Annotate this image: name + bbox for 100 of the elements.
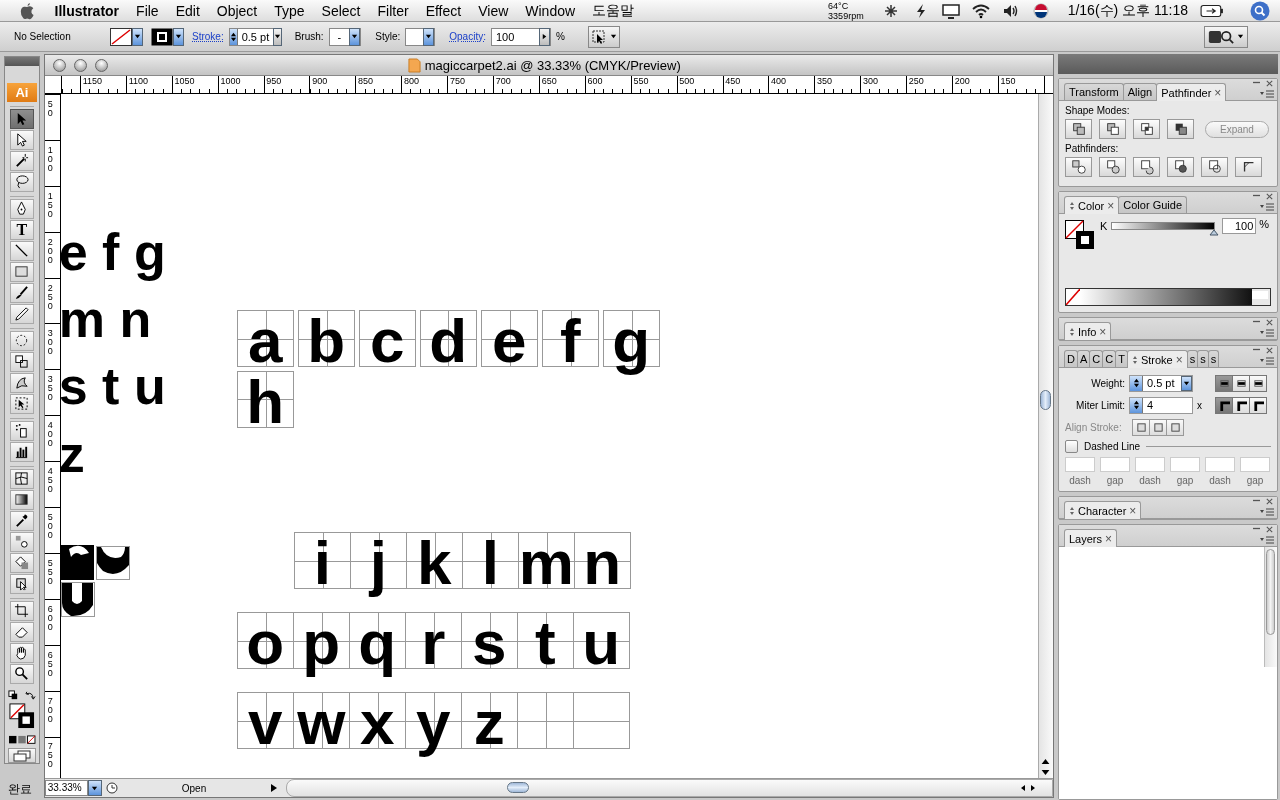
- vertical-scrollbar[interactable]: [1038, 94, 1053, 778]
- opacity-field[interactable]: 100: [490, 27, 551, 46]
- tool-button[interactable]: [9, 468, 34, 489]
- close-icon[interactable]: [1265, 346, 1274, 355]
- tool-button[interactable]: [9, 441, 34, 462]
- scroll-thumb[interactable]: [1040, 390, 1051, 410]
- minimize-icon[interactable]: [1252, 497, 1261, 504]
- menu-item[interactable]: Object: [208, 2, 266, 19]
- close-icon[interactable]: [1265, 525, 1274, 534]
- scroll-thumb[interactable]: [1266, 549, 1275, 635]
- shape-mode-button[interactable]: [1099, 119, 1126, 139]
- scroll-up-icon[interactable]: [1039, 756, 1052, 767]
- tool-button[interactable]: T: [9, 219, 34, 240]
- join-button[interactable]: [1233, 397, 1249, 413]
- panel-grip-bar[interactable]: [4, 57, 39, 67]
- panel-tab[interactable]: D: [1064, 350, 1078, 367]
- dash-field[interactable]: [1100, 457, 1130, 472]
- recolor-dropdown[interactable]: [587, 25, 620, 48]
- swap-arrow-icon[interactable]: [24, 689, 36, 701]
- panel-tab[interactable]: C: [1102, 350, 1117, 367]
- panel-tab[interactable]: C: [1089, 350, 1104, 367]
- pathfinder-button[interactable]: [1235, 157, 1262, 177]
- dash-field[interactable]: [1205, 457, 1235, 472]
- pathfinder-button[interactable]: [1133, 157, 1160, 177]
- shape-mode-button[interactable]: [1065, 119, 1092, 139]
- panel-menu-icon[interactable]: [1260, 202, 1274, 212]
- close-icon[interactable]: [1265, 79, 1274, 88]
- menu-clock[interactable]: 1/16(수) 오후 11:18: [1067, 1, 1188, 20]
- panel-tab[interactable]: T: [1115, 350, 1128, 367]
- panel-menu-icon[interactable]: [1260, 535, 1274, 545]
- tool-button[interactable]: [9, 303, 34, 324]
- screen-mode-button[interactable]: [7, 748, 36, 763]
- battery-icon[interactable]: [1200, 2, 1224, 19]
- pathfinder-button[interactable]: [1099, 157, 1126, 177]
- app-menu[interactable]: Illustrator: [46, 2, 128, 19]
- minimize-icon[interactable]: [1252, 318, 1261, 325]
- apple-icon[interactable]: [18, 1, 36, 20]
- no-color-swatch-icon[interactable]: [1066, 289, 1080, 305]
- close-icon[interactable]: [1265, 192, 1274, 201]
- dashed-line-checkbox[interactable]: [1065, 440, 1078, 453]
- fill-stroke-swatch[interactable]: [7, 702, 36, 729]
- dash-field[interactable]: [1240, 457, 1270, 472]
- default-colors-icon[interactable]: [7, 689, 19, 701]
- menu-item[interactable]: Select: [313, 2, 369, 19]
- monitor-icon[interactable]: [941, 2, 960, 19]
- shape-mode-button[interactable]: [1167, 119, 1194, 139]
- tool-button[interactable]: [9, 282, 34, 303]
- window-control-button[interactable]: [73, 58, 87, 72]
- stroke-swatch-dropdown[interactable]: [151, 27, 184, 46]
- cap-button[interactable]: [1216, 375, 1232, 391]
- tool-button[interactable]: [9, 663, 34, 684]
- dash-field[interactable]: [1065, 457, 1095, 472]
- panel-tab[interactable]: Color Guide: [1118, 196, 1187, 213]
- minimize-icon[interactable]: [1252, 79, 1261, 86]
- join-button[interactable]: [1216, 397, 1232, 413]
- minimize-icon[interactable]: [1252, 525, 1261, 532]
- menu-item[interactable]: Effect: [417, 2, 470, 19]
- wifi-icon[interactable]: [971, 2, 990, 19]
- tool-button[interactable]: [9, 240, 34, 261]
- panel-menu-icon[interactable]: [1260, 328, 1274, 338]
- tool-button[interactable]: [9, 510, 34, 531]
- opacity-link[interactable]: Opacity:: [449, 31, 486, 42]
- menu-item[interactable]: 도움말: [583, 1, 643, 20]
- tool-button[interactable]: [9, 351, 34, 372]
- scroll-thumb[interactable]: [506, 782, 529, 793]
- clock-icon[interactable]: [105, 782, 118, 794]
- tool-button[interactable]: [9, 150, 34, 171]
- window-control-button[interactable]: [94, 58, 108, 72]
- menu-item[interactable]: File: [127, 2, 168, 19]
- tool-button[interactable]: [9, 129, 34, 150]
- menu-item[interactable]: Type: [265, 2, 314, 19]
- tool-button[interactable]: [9, 372, 34, 393]
- tool-button[interactable]: [9, 573, 34, 594]
- join-button[interactable]: [1250, 397, 1266, 413]
- panel-tab[interactable]: Layers ×: [1064, 529, 1118, 547]
- tool-button[interactable]: [9, 108, 34, 129]
- cap-button[interactable]: [1233, 375, 1249, 391]
- align-stroke-button[interactable]: [1167, 419, 1183, 435]
- value-field[interactable]: 100: [1222, 218, 1257, 234]
- panel-tab[interactable]: Character ×: [1064, 501, 1142, 519]
- tool-button[interactable]: [9, 420, 34, 441]
- tool-button[interactable]: [9, 621, 34, 642]
- menu-item[interactable]: Filter: [369, 2, 418, 19]
- tool-button[interactable]: [9, 171, 34, 192]
- panel-scrollbar[interactable]: [1264, 547, 1277, 667]
- panel-menu-icon[interactable]: [1260, 89, 1274, 99]
- align-stroke-button[interactable]: [1133, 419, 1149, 435]
- color-spectrum[interactable]: [1065, 288, 1271, 306]
- window-control-button[interactable]: [52, 58, 66, 72]
- input-flag-icon[interactable]: [1031, 2, 1050, 19]
- dash-field[interactable]: [1135, 457, 1165, 472]
- stroke-link[interactable]: Stroke:: [192, 31, 224, 42]
- zoom-field[interactable]: 33.33%: [44, 780, 88, 796]
- menu-item[interactable]: Edit: [167, 2, 209, 19]
- cap-button[interactable]: [1250, 375, 1266, 391]
- menu-item[interactable]: Window: [516, 2, 584, 19]
- panel-menu-icon[interactable]: [1260, 507, 1274, 517]
- fill-stroke-swatch[interactable]: [1065, 220, 1095, 250]
- pathfinder-button[interactable]: [1167, 157, 1194, 177]
- miter-limit-field[interactable]: 4: [1129, 396, 1193, 414]
